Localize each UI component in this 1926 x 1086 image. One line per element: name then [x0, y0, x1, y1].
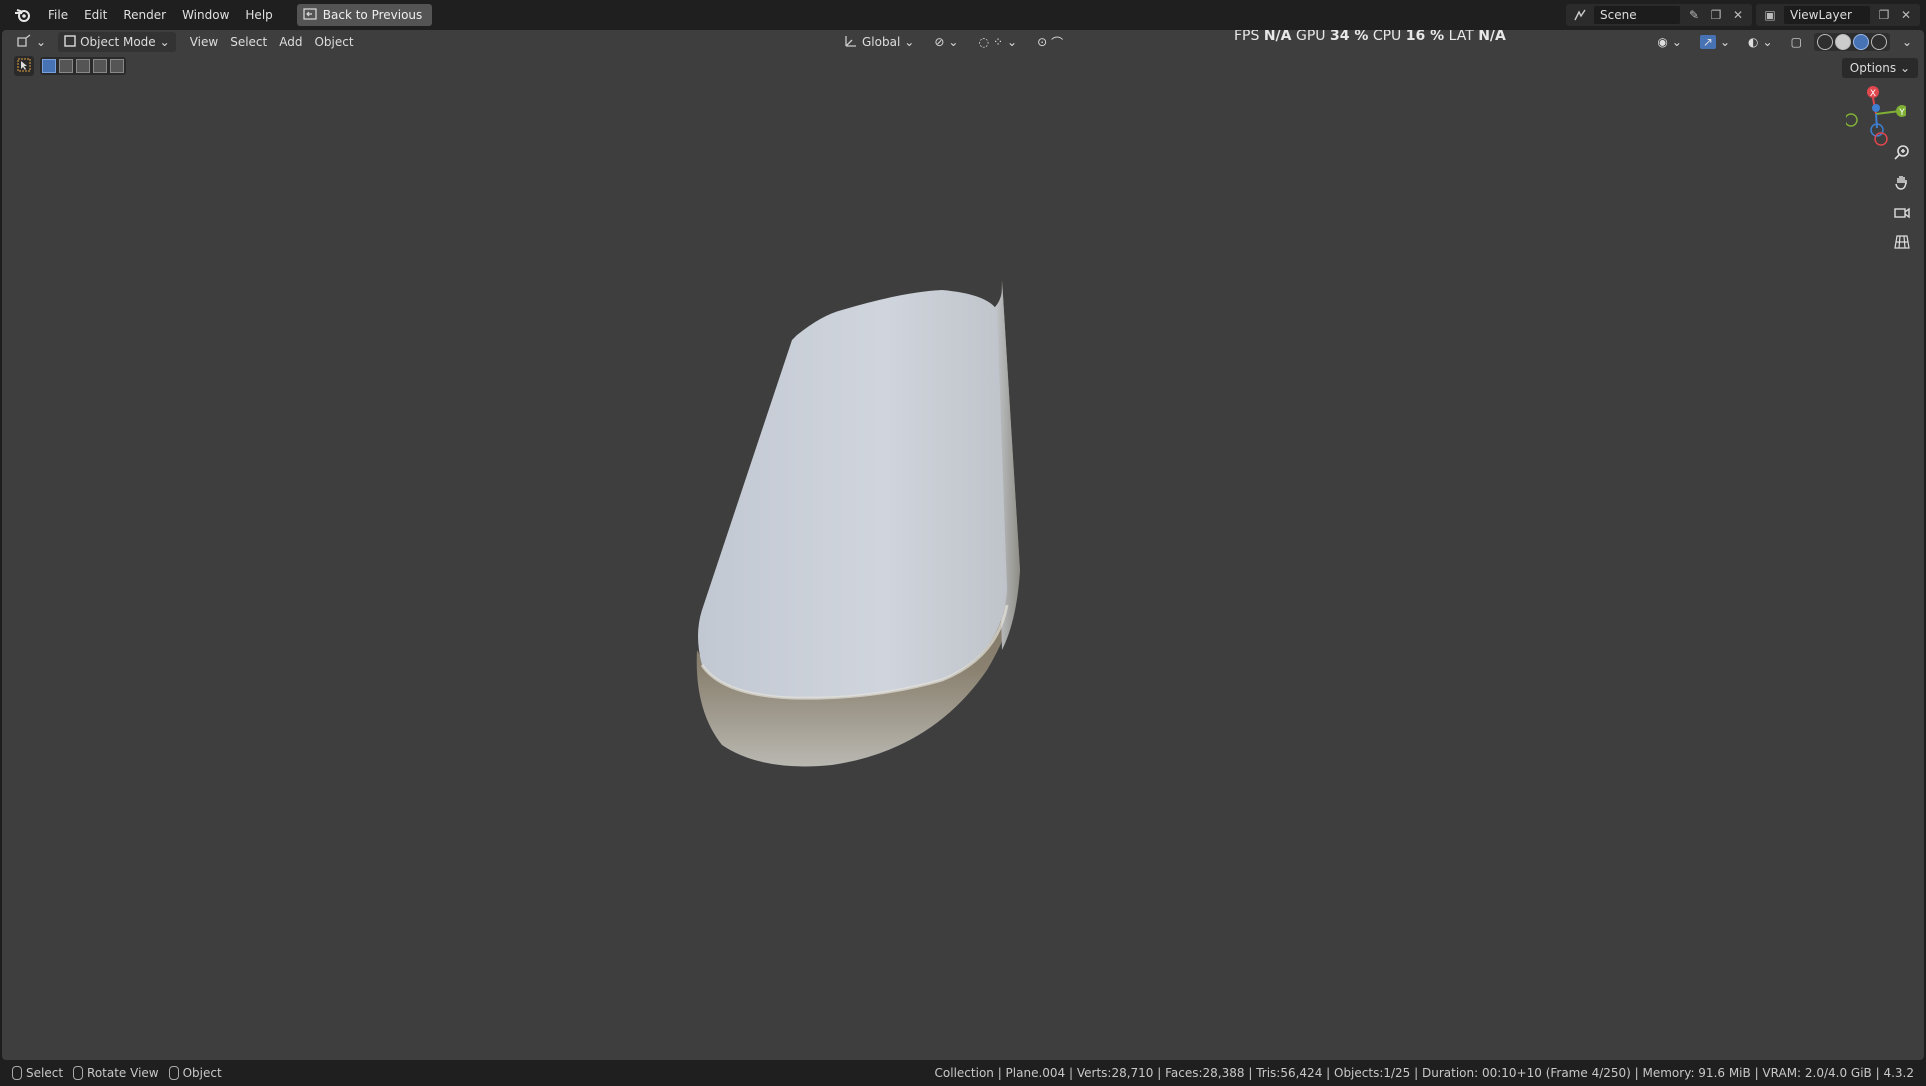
menu-window[interactable]: Window: [174, 4, 237, 26]
back-to-previous-button[interactable]: Back to Previous: [296, 4, 433, 26]
gizmo-y-label: Y: [1898, 108, 1905, 118]
mouse-left-icon: [12, 1066, 22, 1080]
hint-rotate-view: Rotate View: [73, 1066, 159, 1080]
menu-render[interactable]: Render: [115, 4, 174, 26]
3d-viewport[interactable]: ⌄ Object Mode ⌄ View Select Add Object G…: [2, 30, 1924, 1060]
scene-icon: [1572, 7, 1588, 23]
mouse-right-icon: [168, 1066, 179, 1080]
delete-scene-icon[interactable]: ✕: [1730, 7, 1746, 23]
viewlayer-name-field[interactable]: ViewLayer: [1784, 6, 1870, 24]
new-scene-icon[interactable]: ❐: [1708, 7, 1724, 23]
scene-selector[interactable]: Scene ✎ ❐ ✕: [1566, 4, 1752, 26]
top-menu-bar: File Edit Render Window Help Back to Pre…: [0, 0, 1926, 30]
hint-select-label: Select: [26, 1066, 64, 1080]
hint-object-label: Object: [182, 1066, 222, 1080]
blender-logo-icon[interactable]: [12, 4, 34, 26]
pan-hand-icon[interactable]: [1890, 170, 1914, 194]
viewlayer-icon: ▣: [1764, 8, 1776, 22]
scene-statistics: Collection | Plane.004 | Verts:28,710 | …: [934, 1066, 1914, 1080]
viewlayer-selector[interactable]: ▣ ViewLayer ❐ ✕: [1756, 4, 1920, 26]
new-viewlayer-icon[interactable]: ❐: [1876, 7, 1892, 23]
perspective-grid-icon[interactable]: [1890, 230, 1914, 254]
camera-view-icon[interactable]: [1890, 200, 1914, 224]
screen-back-icon: [303, 7, 317, 23]
mouse-middle-icon: [73, 1066, 84, 1080]
delete-viewlayer-icon[interactable]: ✕: [1898, 7, 1914, 23]
status-hints: Select Rotate View Object: [12, 1066, 222, 1080]
scene-name-field[interactable]: Scene: [1594, 6, 1680, 24]
pin-icon[interactable]: ✎: [1686, 7, 1702, 23]
menu-file[interactable]: File: [40, 4, 76, 26]
zoom-icon[interactable]: [1890, 140, 1914, 164]
top-right-controls: Scene ✎ ❐ ✕ ▣ ViewLayer ❐ ✕: [1566, 4, 1920, 26]
menu-edit[interactable]: Edit: [76, 4, 115, 26]
navigation-gizmo[interactable]: X Y: [1844, 78, 1908, 148]
mesh-object[interactable]: [2, 30, 1924, 1060]
back-to-previous-label: Back to Previous: [322, 8, 423, 22]
hint-rotate-label: Rotate View: [87, 1066, 159, 1080]
menu-help[interactable]: Help: [237, 4, 280, 26]
hint-object: Object: [168, 1066, 222, 1080]
status-bar: Select Rotate View Object Collection | P…: [0, 1060, 1926, 1086]
gizmo-x-label: X: [1870, 89, 1876, 99]
hint-select: Select: [12, 1066, 63, 1080]
